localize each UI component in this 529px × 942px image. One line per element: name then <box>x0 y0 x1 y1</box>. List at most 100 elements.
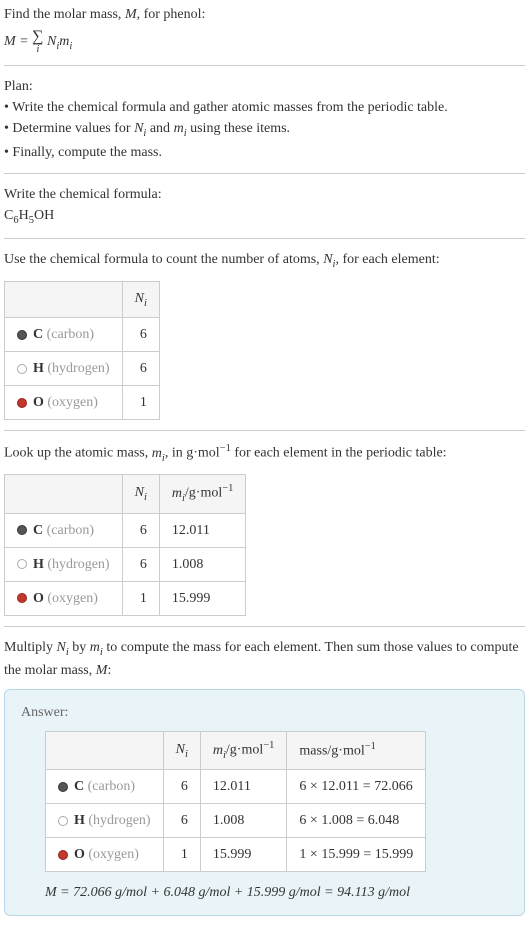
divider <box>4 65 525 66</box>
table-row: O (oxygen) 1 15.999 <box>5 581 246 615</box>
element-name: (hydrogen) <box>88 813 150 828</box>
Ni-cell: 6 <box>122 547 159 581</box>
hydrogen-dot-icon <box>17 559 27 569</box>
var-mi: mi <box>152 446 165 461</box>
final-formula-text: M = 72.066 g/mol + 6.048 g/mol + 15.999 … <box>45 885 410 900</box>
Ni-cell: 6 <box>163 804 200 838</box>
divider <box>4 173 525 174</box>
element-symbol: H <box>33 361 44 376</box>
chemformula-section: Write the chemical formula: C6H5OH <box>4 184 525 229</box>
element-cell: O (oxygen) <box>5 581 123 615</box>
atomicmass-heading: Look up the atomic mass, mi, in g·mol−1 … <box>4 441 525 466</box>
oxygen-dot-icon <box>17 593 27 603</box>
formula-line: M = ∑i Nimi <box>4 29 525 55</box>
heading-text: Look up the atomic mass, <box>4 446 152 461</box>
count-section: Use the chemical formula to count the nu… <box>4 249 525 420</box>
table-header-Ni: Ni <box>122 475 159 513</box>
element-name: (oxygen) <box>47 591 98 606</box>
answer-box: Answer: Ni mi/g·mol−1 mass/g·mol−1 C (ca… <box>4 689 525 916</box>
element-name: (carbon) <box>47 327 94 342</box>
mass-cell: 6 × 1.008 = 6.048 <box>287 804 426 838</box>
chemformula-heading: Write the chemical formula: <box>4 184 525 205</box>
element-name: (oxygen) <box>47 395 98 410</box>
divider <box>4 238 525 239</box>
element-name: (oxygen) <box>88 847 139 862</box>
plan-heading: Plan: <box>4 76 525 97</box>
table-header-empty <box>5 475 123 513</box>
element-cell: C (carbon) <box>5 513 123 547</box>
mi-cell: 15.999 <box>200 838 287 872</box>
plan-text: and <box>146 121 173 136</box>
answer-table: Ni mi/g·mol−1 mass/g·mol−1 C (carbon) 6 … <box>45 731 426 872</box>
var-Ni: Ni <box>323 252 335 267</box>
heading-text: Multiply <box>4 640 57 655</box>
count-table: Ni C (carbon) 6 H (hydrogen) 6 O (oxygen… <box>4 281 160 421</box>
mi-cell: 12.011 <box>200 770 287 804</box>
element-cell: H (hydrogen) <box>5 352 123 386</box>
heading-text: by <box>69 640 90 655</box>
table-header-row: Ni mi/g·mol−1 <box>5 475 246 513</box>
table-row: O (oxygen) 1 <box>5 386 160 420</box>
carbon-dot-icon <box>17 525 27 535</box>
hydrogen-dot-icon <box>58 816 68 826</box>
intro-text-end: , for phenol: <box>137 7 206 22</box>
mi-cell: 12.011 <box>159 513 246 547</box>
element-symbol: C <box>74 779 84 794</box>
table-row: C (carbon) 6 12.011 <box>5 513 246 547</box>
element-cell: C (carbon) <box>46 770 164 804</box>
element-symbol: C <box>33 327 43 342</box>
intro-text: Find the molar mass, <box>4 7 125 22</box>
var-M: M <box>96 663 108 678</box>
table-row: H (hydrogen) 6 1.008 <box>5 547 246 581</box>
element-cell: C (carbon) <box>5 318 123 352</box>
element-symbol: H <box>33 557 44 572</box>
element-symbol: O <box>33 395 44 410</box>
formula-M: M <box>4 34 16 49</box>
table-header-mi: mi/g·mol−1 <box>200 732 287 770</box>
element-symbol: O <box>33 591 44 606</box>
Ni-cell: 6 <box>122 352 159 386</box>
plan-text: • Determine values for <box>4 121 134 136</box>
plan-item: • Determine values for Ni and mi using t… <box>4 118 525 142</box>
table-row: O (oxygen) 1 15.999 1 × 15.999 = 15.999 <box>46 838 426 872</box>
table-header-empty <box>46 732 164 770</box>
count-heading-text: Use the chemical formula to count the nu… <box>4 252 323 267</box>
element-name: (hydrogen) <box>47 557 109 572</box>
count-heading: Use the chemical formula to count the nu… <box>4 249 525 273</box>
var-Ni: Ni <box>134 121 146 136</box>
table-header-mass: mass/g·mol−1 <box>287 732 426 770</box>
Ni-cell: 6 <box>122 513 159 547</box>
hydrogen-dot-icon <box>17 364 27 374</box>
table-header-mi: mi/g·mol−1 <box>159 475 246 513</box>
element-name: (carbon) <box>88 779 135 794</box>
oxygen-dot-icon <box>17 398 27 408</box>
table-row: C (carbon) 6 <box>5 318 160 352</box>
multiply-section: Multiply Ni by mi to compute the mass fo… <box>4 637 525 917</box>
table-row: C (carbon) 6 12.011 6 × 12.011 = 72.066 <box>46 770 426 804</box>
mass-cell: 6 × 12.011 = 72.066 <box>287 770 426 804</box>
divider <box>4 626 525 627</box>
chemformula-value: C6H5OH <box>4 205 525 229</box>
element-name: (hydrogen) <box>47 361 109 376</box>
plan-section: Plan: • Write the chemical formula and g… <box>4 76 525 163</box>
Ni-cell: 1 <box>122 581 159 615</box>
count-heading-text: , for each element: <box>335 252 439 267</box>
sigma-icon: ∑i <box>32 29 43 55</box>
heading-text: for each element in the periodic table: <box>231 446 447 461</box>
table-header-row: Ni mi/g·mol−1 mass/g·mol−1 <box>46 732 426 770</box>
formula-Ni: Ni <box>47 34 59 49</box>
element-cell: H (hydrogen) <box>46 804 164 838</box>
exponent: −1 <box>220 443 231 454</box>
oxygen-dot-icon <box>58 850 68 860</box>
Ni-cell: 1 <box>163 838 200 872</box>
heading-text: , in g·mol <box>165 446 220 461</box>
Ni-cell: 1 <box>122 386 159 420</box>
mi-cell: 1.008 <box>159 547 246 581</box>
atomicmass-section: Look up the atomic mass, mi, in g·mol−1 … <box>4 441 525 615</box>
final-formula: M = 72.066 g/mol + 6.048 g/mol + 15.999 … <box>45 882 508 903</box>
intro-section: Find the molar mass, M , for phenol: M = … <box>4 4 525 55</box>
element-cell: H (hydrogen) <box>5 547 123 581</box>
var-mi: mi <box>174 121 187 136</box>
answer-label: Answer: <box>21 702 508 723</box>
element-symbol: C <box>33 523 43 538</box>
